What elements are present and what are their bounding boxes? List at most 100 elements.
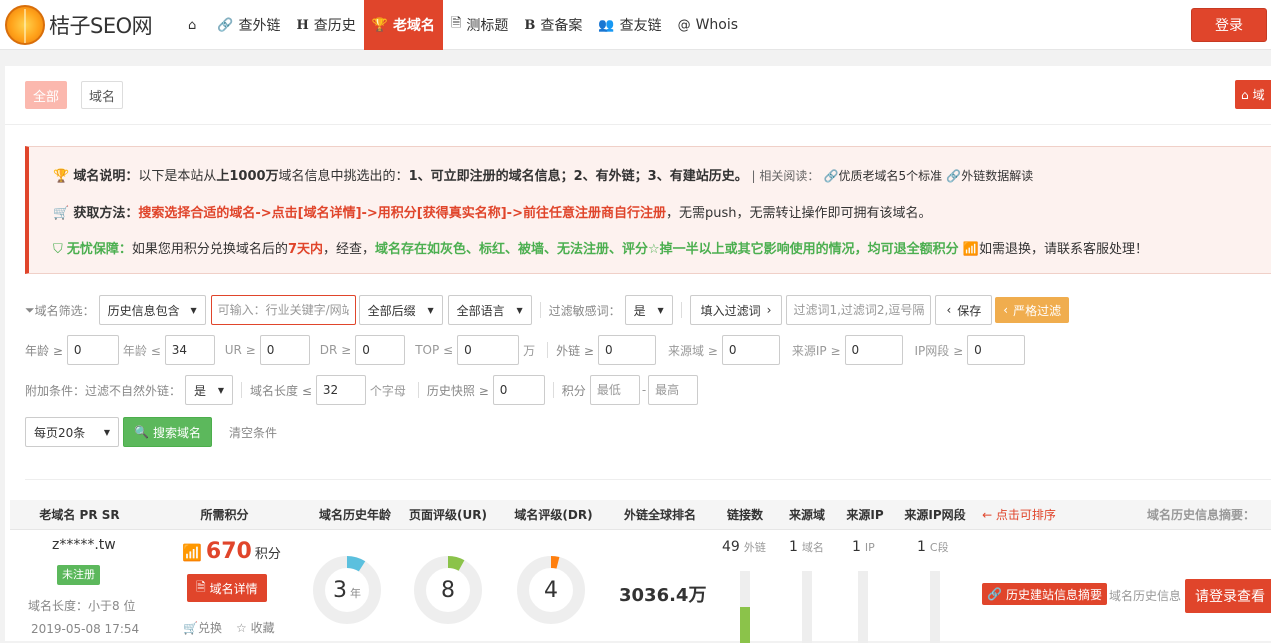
search-domain-button[interactable]: 🔍 搜索域名: [123, 417, 212, 447]
strict-filter-button[interactable]: ‹ 严格过滤: [995, 297, 1070, 323]
at-icon: @: [677, 17, 691, 33]
button-label: 填入过滤词: [700, 303, 761, 318]
history-summary-button[interactable]: 🔗 历史建站信息摘要: [982, 583, 1107, 605]
nav-label: 查友链: [619, 18, 662, 34]
ref-ip-input[interactable]: [844, 335, 903, 365]
notice-text: 域名信息中挑选出的：: [278, 169, 409, 184]
col-ur[interactable]: 页面评级(UR): [403, 500, 493, 530]
age-min-label: 年龄 ≥: [25, 343, 63, 358]
domain-detail-button[interactable]: 🗎 域名详情: [187, 574, 267, 602]
button-label: 保存: [957, 303, 982, 318]
domain-length-input[interactable]: [315, 375, 366, 405]
nav-check-backlinks[interactable]: 🔗 查外链: [209, 0, 288, 50]
side-home-button[interactable]: ⌂ 域: [1235, 80, 1271, 109]
select-value: 全部语言: [456, 303, 505, 318]
nav-label: 查外链: [238, 18, 281, 34]
age-min-input[interactable]: [66, 335, 119, 365]
nav-label: 查历史: [313, 18, 356, 34]
filter-row-2: 年龄 ≥ 年龄 ≤ UR ≥ DR ≥ TOP ≤ 万 外链 ≥ 来源域 ≥ 来…: [25, 335, 1026, 365]
col-ref-ip[interactable]: 来源IP: [840, 500, 890, 530]
sort-hint: ← 点击可排序: [982, 508, 1056, 522]
score-display: 📶 670 积分: [182, 539, 281, 564]
chevron-left-icon: ‹: [1003, 303, 1009, 317]
top-input[interactable]: [457, 335, 520, 365]
score-max-input[interactable]: [648, 375, 699, 405]
nav-check-history[interactable]: H 查历史: [288, 0, 363, 50]
divider: [241, 382, 243, 398]
snapshot-input[interactable]: [492, 375, 545, 405]
age-max-label: 年龄 ≤: [122, 343, 161, 358]
logo-text: 桔子SEO网: [49, 14, 153, 38]
ip-segment-input[interactable]: [967, 335, 1026, 365]
extra-conditions-label: 附加条件：: [25, 383, 86, 398]
col-history-summary: 域名历史信息摘要：: [1146, 508, 1255, 522]
age-value: 3: [333, 577, 347, 603]
notice-days: 7天内: [287, 242, 323, 257]
home-icon: ⌂: [1241, 87, 1249, 102]
tab-all[interactable]: 全部: [25, 81, 68, 109]
language-select[interactable]: 全部语言: [447, 295, 532, 325]
clear-conditions-link[interactable]: 清空条件: [229, 424, 277, 441]
divider: [547, 342, 549, 358]
nav-whois[interactable]: @ Whois: [670, 0, 746, 50]
col-domain[interactable]: 老域名 PR SR: [22, 500, 137, 530]
login-button[interactable]: 登录: [1191, 8, 1267, 42]
button-label: 搜索域名: [152, 425, 201, 440]
nav-check-beian[interactable]: B 查备案: [516, 0, 590, 50]
col-dr[interactable]: 域名评级(DR): [506, 500, 601, 530]
col-links[interactable]: 链接数: [720, 500, 770, 530]
col-score[interactable]: 所需积分: [182, 500, 267, 530]
filter-words-input[interactable]: [786, 295, 932, 325]
related-link-backlinks[interactable]: 外链数据解读: [961, 169, 1033, 183]
ref-domains-input[interactable]: [721, 335, 780, 365]
col-ip-segment[interactable]: 来源IP网段: [900, 500, 970, 530]
search-icon: 🔍: [134, 425, 149, 439]
ur-input[interactable]: [259, 335, 310, 365]
history-h-icon: H: [296, 17, 309, 33]
fill-filter-words-button[interactable]: 填入过滤词 ›: [689, 295, 783, 325]
notice-title: 域名说明：: [73, 169, 139, 184]
col-rank[interactable]: 外链全球排名: [610, 500, 710, 530]
keyword-input[interactable]: [210, 295, 356, 325]
nav-test-title[interactable]: 🗎 测标题: [443, 0, 516, 50]
favorite-link[interactable]: ☆ 收藏: [236, 619, 275, 636]
sensitive-select[interactable]: 是: [624, 295, 673, 325]
backlinks-input[interactable]: [597, 335, 656, 365]
notice-text: ，无需push，无需转让操作即可拥有该域名。: [665, 206, 932, 221]
login-to-view-button[interactable]: 请登录查看: [1185, 579, 1271, 613]
nav-old-domains[interactable]: 🏆 老域名: [363, 0, 443, 50]
save-button[interactable]: ‹ 保存: [935, 295, 993, 325]
shield-icon: ⛉: [53, 242, 63, 257]
notice-box: 🏆 域名说明：以下是本站从上1000万域名信息中挑选出的：1、可立即注册的域名信…: [25, 146, 1271, 274]
ip-segment-value: 1: [917, 539, 926, 555]
domain-length-label: 域名长度 ≤: [250, 383, 312, 398]
notice-line-description: 🏆 域名说明：以下是本站从上1000万域名信息中挑选出的：1、可立即注册的域名信…: [53, 165, 1033, 184]
notice-text: ，经查，: [322, 242, 375, 257]
suffix-select[interactable]: 全部后缀: [358, 295, 443, 325]
dr-input[interactable]: [355, 335, 406, 365]
notice-title: 无忧保障：: [66, 242, 132, 257]
domain-name[interactable]: z*****.tw: [52, 537, 116, 553]
score-min-input[interactable]: [589, 375, 640, 405]
notice-text: 以下是本站从: [138, 169, 217, 184]
tab-domain[interactable]: 域名: [81, 81, 124, 109]
trophy-icon: 🏆: [371, 17, 388, 33]
per-page-select[interactable]: 每页20条: [25, 417, 119, 447]
exchange-link[interactable]: 🛒兑换: [183, 619, 222, 636]
natural-links-select[interactable]: 是: [185, 375, 234, 405]
cart-icon: 🛒: [53, 206, 70, 221]
col-ref-domains[interactable]: 来源域: [782, 500, 832, 530]
divider: [5, 124, 1271, 125]
button-label: 严格过滤: [1013, 303, 1062, 318]
nav-check-friendlinks[interactable]: 👥 查友链: [590, 0, 669, 50]
age-max-input[interactable]: [164, 335, 215, 365]
trophy-icon: 🏆: [53, 169, 70, 184]
score-dash: -: [641, 383, 647, 397]
related-link-standards[interactable]: 优质老域名5个标准: [838, 169, 942, 183]
history-summary-text: 域名历史信息: [1109, 589, 1182, 603]
col-age[interactable]: 域名历史年龄: [300, 500, 410, 530]
side-home-label: 域: [1252, 88, 1265, 102]
nav-home[interactable]: ⌂: [180, 0, 209, 50]
history-select[interactable]: 历史信息包含: [98, 295, 206, 325]
site-logo[interactable]: 桔子SEO网: [5, 5, 153, 45]
